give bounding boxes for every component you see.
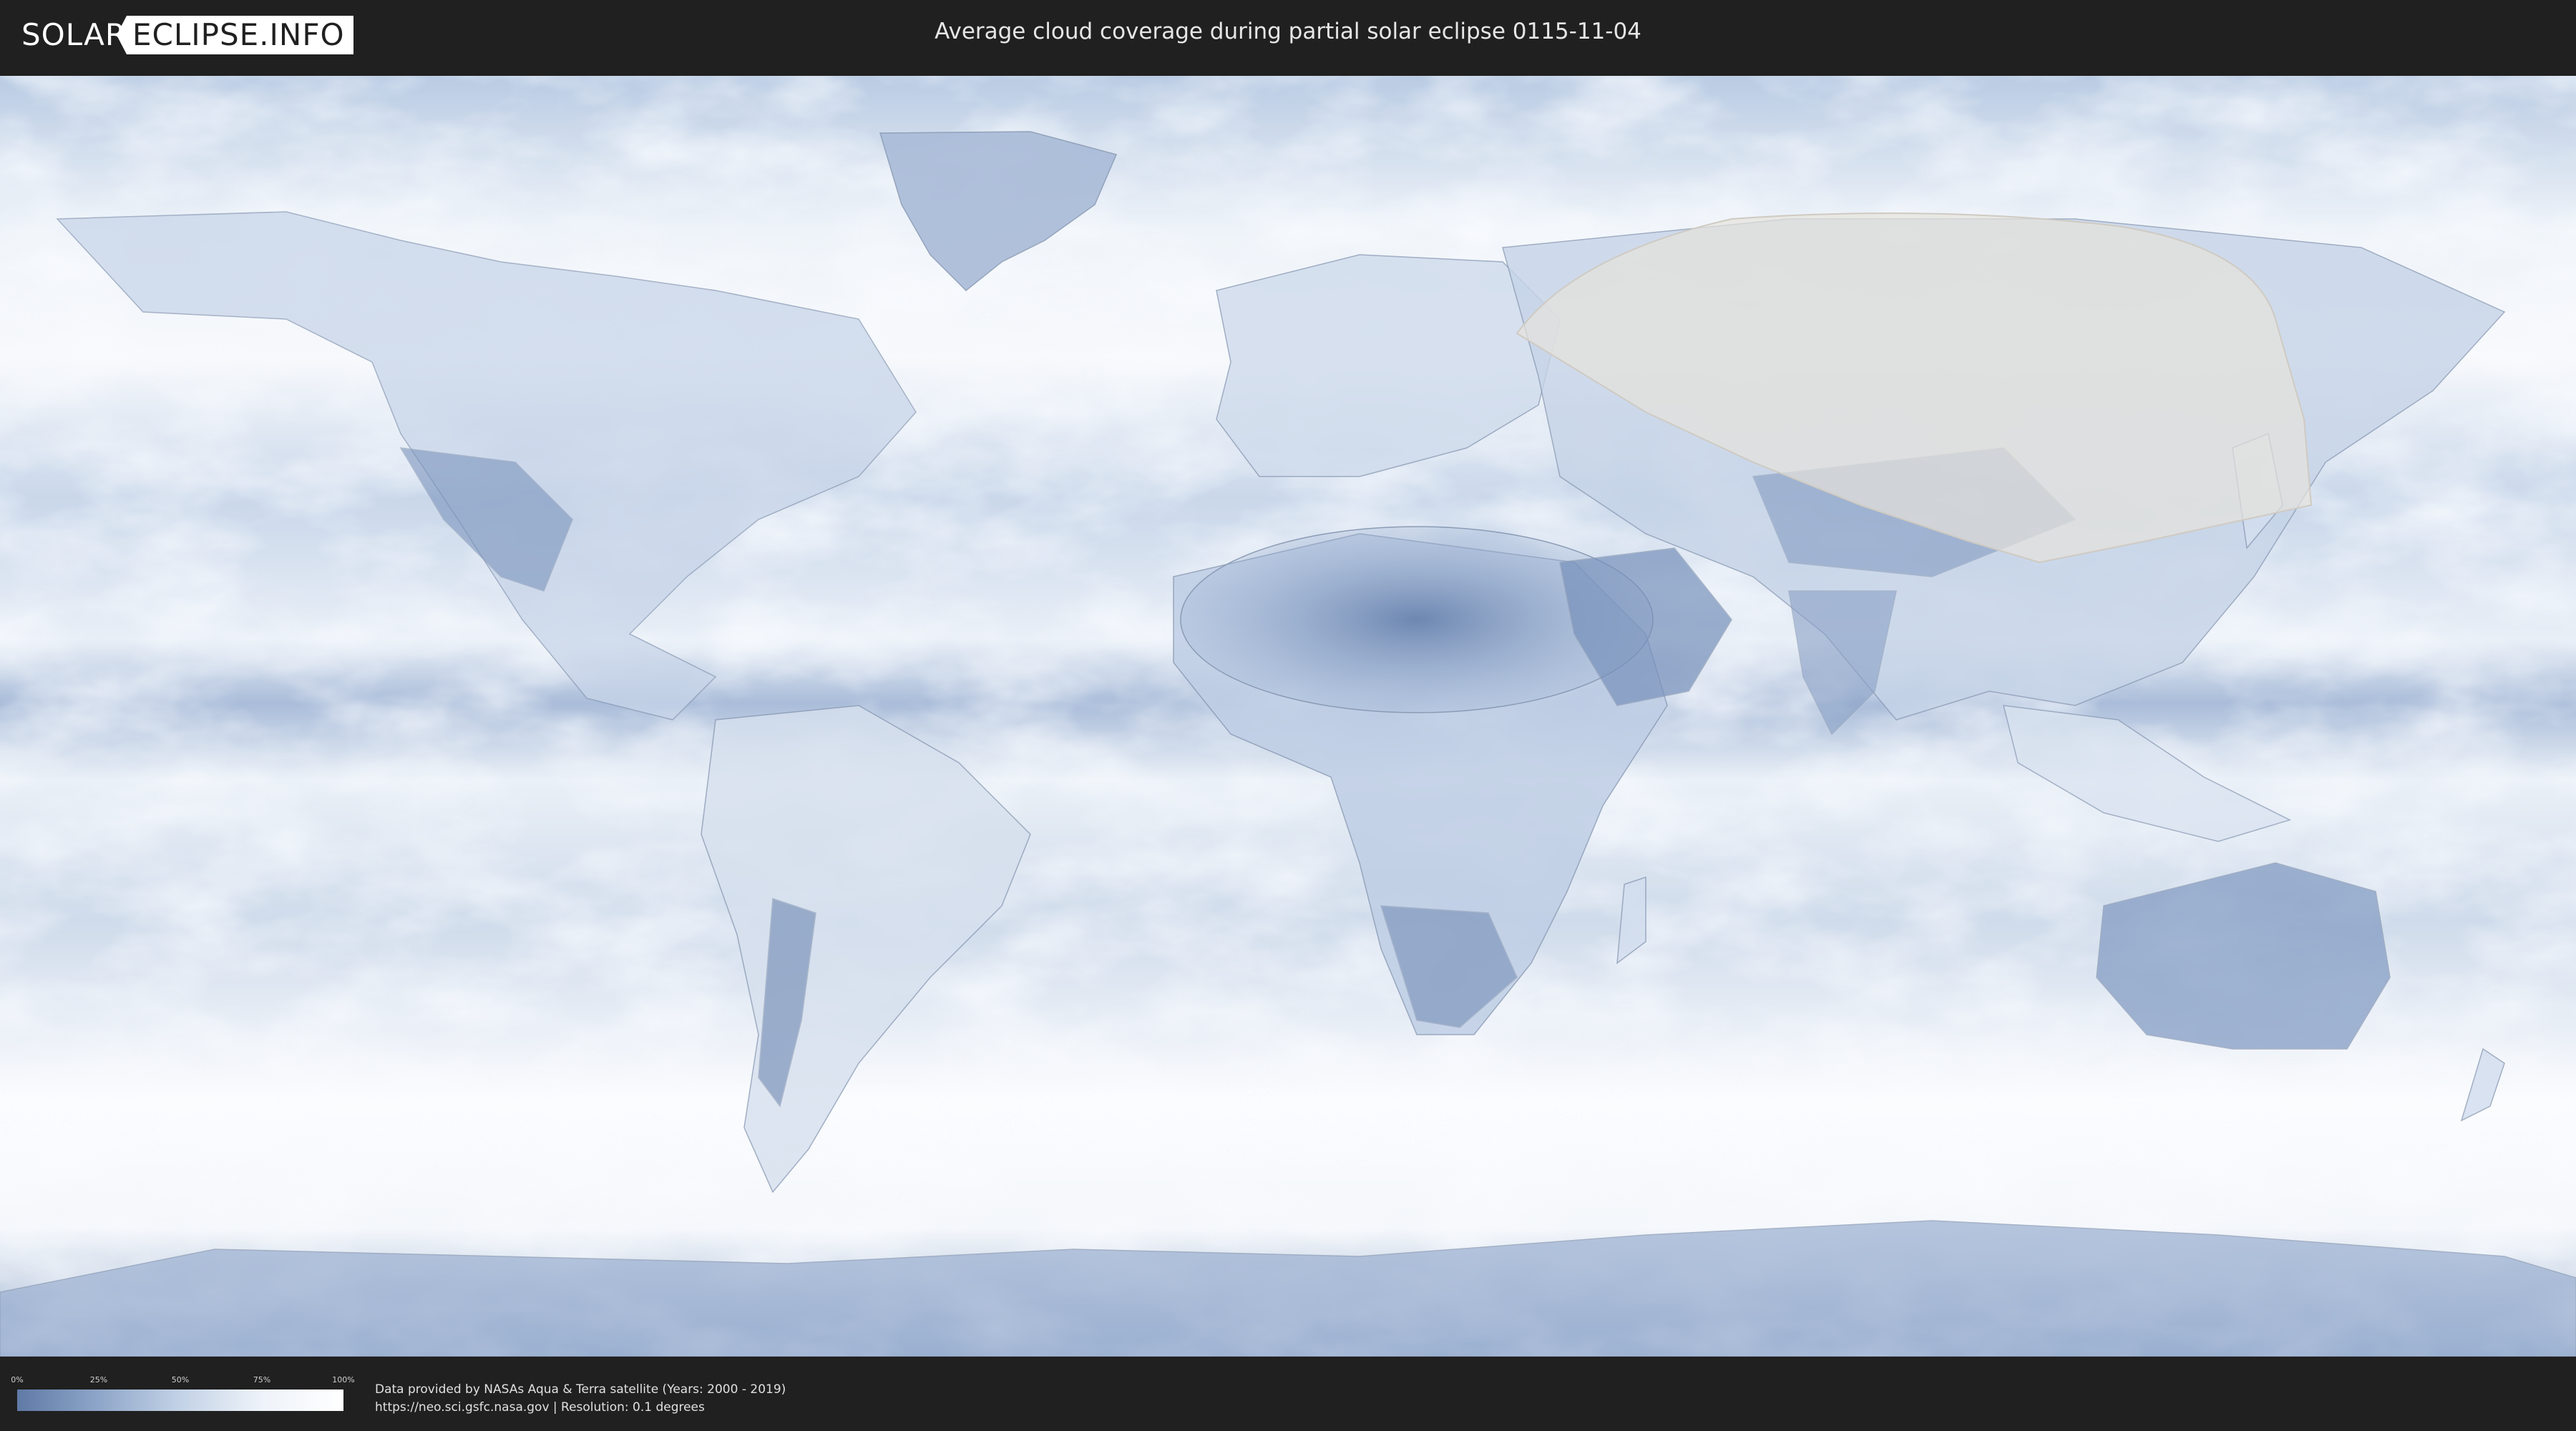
page-title: Average cloud coverage during partial so… (935, 19, 1641, 44)
world-map-svg (0, 76, 2576, 1357)
legend-tick-50: 50% (171, 1375, 190, 1384)
legend-ticks: 0% 25% 50% 75% 100% (11, 1375, 354, 1387)
legend-gradient-bar (17, 1390, 343, 1411)
legend-tick-75: 75% (253, 1375, 271, 1384)
cloud-coverage-legend: 0% 25% 50% 75% 100% (11, 1375, 355, 1415)
header-bar: SOLAR ECLIPSE.INFO Average cloud coverag… (0, 0, 2576, 70)
cloud-coverage-map (0, 76, 2576, 1357)
legend-tick-25: 25% (89, 1375, 108, 1384)
legend-tick-100: 100% (332, 1375, 355, 1384)
legend-tick-0: 0% (11, 1375, 24, 1384)
credits-line-url[interactable]: https://neo.sci.gsfc.nasa.gov | Resoluti… (375, 1399, 786, 1417)
credits-line-source: Data provided by NASAs Aqua & Terra sate… (375, 1382, 786, 1397)
footer-bar: 0% 25% 50% 75% 100% Data provided by NAS… (0, 1359, 2576, 1431)
data-credits: Data provided by NASAs Aqua & Terra sate… (375, 1381, 786, 1417)
